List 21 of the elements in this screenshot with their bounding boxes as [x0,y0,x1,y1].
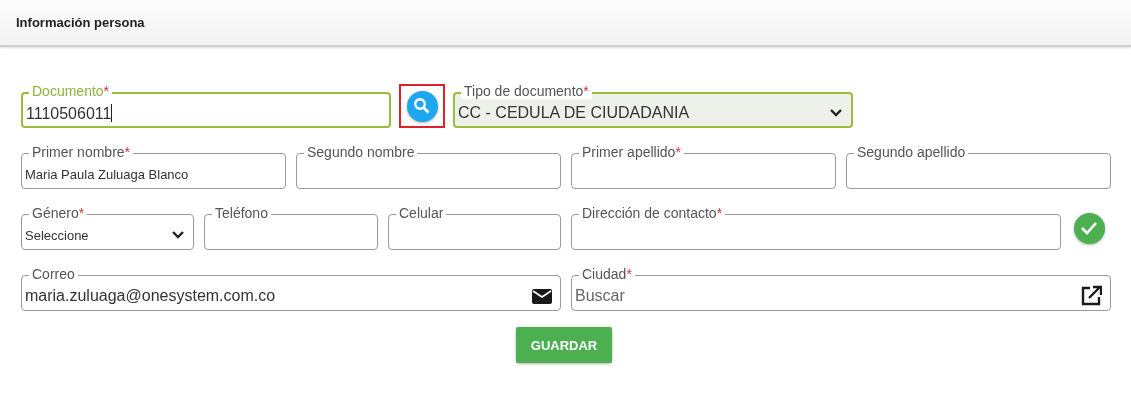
field-label: Tipo de documento* [461,83,592,99]
chevron-down-icon [171,230,185,240]
field-label: Género* [29,205,88,221]
field-label: Celular [396,205,447,221]
confirm-button[interactable] [1073,212,1105,244]
field-label: Segundo nombre [304,144,418,160]
field-label: Teléfono [212,205,271,221]
chevron-down-icon [829,108,843,118]
section-title: Información persona [16,15,145,30]
field-label: Correo [29,266,78,282]
checkmark-icon [1080,221,1098,235]
external-link-icon [1080,285,1102,307]
envelope-icon [532,288,552,304]
field-label: Dirección de contacto* [579,205,726,221]
search-button[interactable] [406,90,438,122]
field-label: Segundo apellido [854,144,969,160]
search-icon [413,97,431,115]
field-label: Primer nombre* [29,144,134,160]
field-label: Ciudad* [579,266,635,282]
field-label: Primer apellido* [579,144,684,160]
field-label: Documento* [29,83,113,99]
